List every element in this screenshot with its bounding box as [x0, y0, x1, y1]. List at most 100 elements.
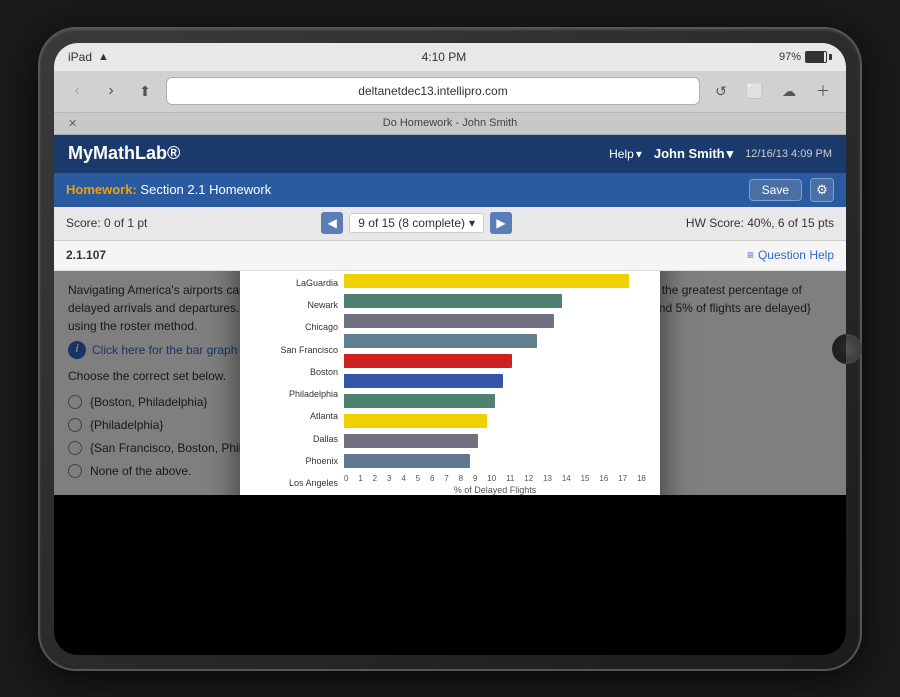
x-tick-13: 13 [543, 474, 552, 483]
x-tick-14: 14 [562, 474, 571, 483]
x-tick-4: 4 [401, 474, 405, 483]
question-dropdown-icon: ▾ [469, 216, 475, 230]
tab-title: Do Homework - John Smith [383, 117, 518, 129]
battery-indicator [805, 51, 832, 63]
bar-row-6 [344, 392, 646, 410]
status-time: 4:10 PM [422, 50, 467, 64]
modal-overlay: Bar Graph − ✕ U.S. Airports with the Gre… [54, 271, 846, 495]
mml-logo: MyMathLab® [68, 143, 180, 164]
tabs-button[interactable]: ⬜ [742, 78, 768, 104]
bar-row-4 [344, 352, 646, 370]
chart-label-8: Phoenix [254, 452, 338, 470]
x-tick-10: 10 [487, 474, 496, 483]
x-tick-16: 16 [599, 474, 608, 483]
add-tab-button[interactable]: ＋ [810, 78, 836, 104]
user-chevron-icon: ▾ [727, 146, 734, 162]
chart-labels: LaGuardiaNewarkChicagoSan FranciscoBosto… [254, 272, 344, 495]
question-header: 2.1.107 ≡ Question Help [54, 241, 846, 271]
x-tick-0: 0 [344, 474, 348, 483]
user-menu-button[interactable]: John Smith ▾ [654, 146, 733, 162]
tab-bar: ✕ Do Homework - John Smith [54, 113, 846, 135]
battery-pct: 97% [779, 51, 801, 63]
url-text: deltanetdec13.intellipro.com [358, 84, 507, 98]
bar-row-9 [344, 452, 646, 470]
chart-container: U.S. Airports with the Greatest % of Del… [254, 271, 646, 495]
homework-label: Homework: [66, 182, 137, 197]
bar-4 [344, 354, 512, 368]
chart-label-5: Philadelphia [254, 385, 338, 403]
save-button[interactable]: Save [749, 179, 802, 201]
bar-row-8 [344, 432, 646, 450]
tablet-device: iPad ▲ 4:10 PM 97% ‹ › ⬆ deltanetdec13.i… [40, 29, 860, 669]
bar-7 [344, 414, 487, 428]
mml-header-right: Help ▾ John Smith ▾ 12/16/13 4:09 PM [609, 146, 832, 162]
homework-bar-right: Save ⚙ [749, 178, 834, 202]
cloud-button[interactable]: ☁ [776, 78, 802, 104]
homework-title: Homework: Section 2.1 Homework [66, 182, 271, 197]
modal-body: U.S. Airports with the Greatest % of Del… [240, 271, 660, 495]
chart-label-4: Boston [254, 363, 338, 381]
help-button[interactable]: Help ▾ [609, 147, 642, 161]
forward-button[interactable]: › [98, 78, 124, 104]
bar-6 [344, 394, 495, 408]
prev-question-button[interactable]: ◀ [321, 212, 343, 234]
header-date: 12/16/13 4:09 PM [745, 148, 832, 160]
bar-5 [344, 374, 503, 388]
question-navigation: ◀ 9 of 15 (8 complete) ▾ ▶ [321, 212, 512, 234]
question-position: 9 of 15 (8 complete) [358, 216, 465, 230]
x-tick-5: 5 [416, 474, 420, 483]
chart-x-label: % of Delayed Flights [344, 485, 646, 495]
x-tick-15: 15 [581, 474, 590, 483]
x-tick-18: 18 [637, 474, 646, 483]
chart-bars [344, 272, 646, 470]
url-bar[interactable]: deltanetdec13.intellipro.com [166, 77, 700, 105]
tab-close[interactable]: ✕ [68, 117, 77, 130]
back-button[interactable]: ‹ [64, 78, 90, 104]
x-tick-3: 3 [387, 474, 391, 483]
bar-0 [344, 274, 629, 288]
ipad-label: iPad [68, 50, 92, 64]
share-button[interactable]: ⬆ [132, 78, 158, 104]
app-content: MyMathLab® Help ▾ John Smith ▾ 12/16/13 … [54, 135, 846, 495]
tablet-screen: iPad ▲ 4:10 PM 97% ‹ › ⬆ deltanetdec13.i… [54, 43, 846, 655]
x-tick-9: 9 [473, 474, 477, 483]
chart-label-2: Chicago [254, 318, 338, 336]
question-help-button[interactable]: ≡ Question Help [747, 248, 834, 262]
chart-label-0: LaGuardia [254, 274, 338, 292]
score-display: Score: 0 of 1 pt [66, 216, 147, 230]
x-tick-6: 6 [430, 474, 434, 483]
status-bar: iPad ▲ 4:10 PM 97% [54, 43, 846, 71]
question-number: 2.1.107 [66, 248, 106, 262]
x-tick-8: 8 [459, 474, 463, 483]
bar-row-0 [344, 272, 646, 290]
bar-1 [344, 294, 562, 308]
bar-row-7 [344, 412, 646, 430]
modal-window: Bar Graph − ✕ U.S. Airports with the Gre… [240, 271, 660, 495]
help-chevron-icon: ▾ [636, 147, 642, 161]
bar-row-1 [344, 292, 646, 310]
bar-9 [344, 454, 470, 468]
mml-header: MyMathLab® Help ▾ John Smith ▾ 12/16/13 … [54, 135, 846, 173]
x-tick-17: 17 [618, 474, 627, 483]
reload-button[interactable]: ↺ [708, 78, 734, 104]
bar-row-5 [344, 372, 646, 390]
settings-button[interactable]: ⚙ [810, 178, 834, 202]
hw-score-display: HW Score: 40%, 6 of 15 pts [686, 216, 834, 230]
browser-bar: ‹ › ⬆ deltanetdec13.intellipro.com ↺ ⬜ ☁… [54, 71, 846, 113]
homework-name: Section 2.1 Homework [140, 182, 271, 197]
chart-area: LaGuardiaNewarkChicagoSan FranciscoBosto… [254, 272, 646, 495]
bar-8 [344, 434, 478, 448]
homework-bar: Homework: Section 2.1 Homework Save ⚙ [54, 173, 846, 207]
content-area: Navigating America's airports can be tou… [54, 271, 846, 495]
x-tick-7: 7 [444, 474, 448, 483]
chart-label-1: Newark [254, 296, 338, 314]
next-question-button[interactable]: ▶ [490, 212, 512, 234]
x-tick-11: 11 [506, 474, 514, 483]
chart-label-6: Atlanta [254, 407, 338, 425]
bar-row-3 [344, 332, 646, 350]
list-icon: ≡ [747, 248, 754, 262]
chart-bars-wrapper: 0123456789101112131415161718 % of Delaye… [344, 272, 646, 495]
bar-2 [344, 314, 554, 328]
x-tick-2: 2 [373, 474, 377, 483]
x-tick-12: 12 [524, 474, 533, 483]
